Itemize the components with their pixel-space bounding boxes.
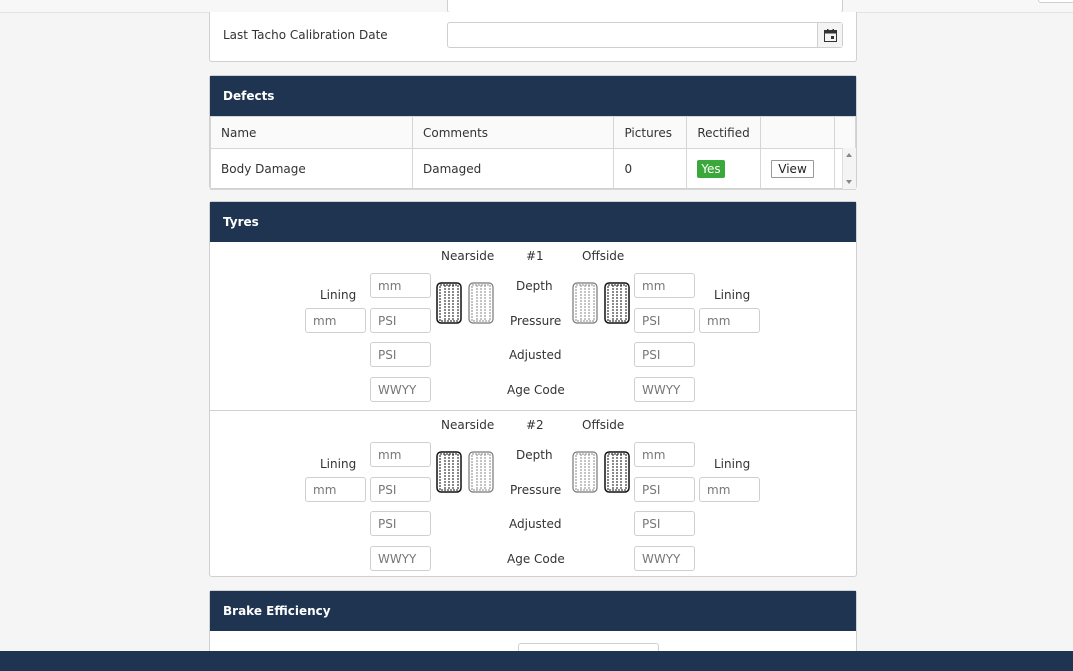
calibration-date-input[interactable]: [447, 22, 843, 48]
defect-comments: Damaged: [411, 148, 615, 190]
footer-bar: [0, 651, 1073, 671]
offside-label: Offside: [582, 418, 625, 432]
offside-pressure-input[interactable]: [634, 477, 695, 502]
nearside-lining-input[interactable]: [305, 477, 366, 502]
age-code-label: Age Code: [507, 552, 565, 566]
calibration-label: Last Tacho Calibration Date: [223, 28, 388, 42]
nearside-pressure-input[interactable]: [370, 308, 431, 333]
tyre-icon[interactable]: [436, 451, 462, 493]
nearside-depth-input[interactable]: [370, 273, 431, 298]
offside-depth-input[interactable]: [634, 273, 695, 298]
tyre-icon[interactable]: [572, 451, 598, 493]
defects-scrollbar[interactable]: [842, 148, 856, 189]
offside-age-code-input[interactable]: [634, 377, 695, 402]
column-header-rectified[interactable]: Rectified: [686, 116, 762, 149]
brake-efficiency-panel: Brake Efficiency: [209, 590, 857, 663]
nearside-age-code-input[interactable]: [370, 546, 431, 571]
nearside-label: Nearside: [441, 418, 495, 432]
tyre-icon[interactable]: [468, 451, 494, 493]
top-right-button[interactable]: [1038, 0, 1073, 3]
tyre-icon[interactable]: [604, 282, 630, 324]
axle-section-1: Nearside #1 Offside Lining Lining Depth …: [210, 242, 856, 410]
tyre-icon[interactable]: [604, 451, 630, 493]
nearside-adjusted-input[interactable]: [370, 511, 431, 536]
column-header-comments[interactable]: Comments: [411, 116, 615, 149]
table-row[interactable]: Body Damage Damaged 0 Yes View: [210, 148, 857, 190]
nearside-adjusted-input[interactable]: [370, 342, 431, 367]
column-header-name[interactable]: Name: [210, 116, 413, 149]
age-code-label: Age Code: [507, 383, 565, 397]
defect-pictures: 0: [613, 148, 688, 190]
lining-label-left: Lining: [320, 288, 357, 302]
table-header-row: Name Comments Pictures Rectified: [210, 116, 857, 149]
adjusted-label: Adjusted: [509, 348, 562, 362]
axle-number: #2: [526, 418, 544, 432]
offside-adjusted-input[interactable]: [634, 511, 695, 536]
defect-rectified-cell: Yes: [686, 148, 762, 190]
axle-number: #1: [526, 249, 544, 263]
scroll-down-icon[interactable]: [846, 180, 852, 184]
nearside-lining-input[interactable]: [305, 308, 366, 333]
pressure-label: Pressure: [510, 483, 562, 497]
defects-header: Defects: [210, 76, 856, 116]
nearside-label: Nearside: [441, 249, 495, 263]
lining-label-right: Lining: [714, 288, 751, 302]
nearside-age-code-input[interactable]: [370, 377, 431, 402]
tyre-icon[interactable]: [572, 282, 598, 324]
brake-efficiency-header: Brake Efficiency: [210, 591, 856, 631]
tyre-icon[interactable]: [436, 282, 462, 324]
depth-label: Depth: [516, 279, 553, 293]
offside-depth-input[interactable]: [634, 442, 695, 467]
offside-lining-input[interactable]: [699, 308, 760, 333]
column-header-pictures[interactable]: Pictures: [613, 116, 688, 149]
offside-pressure-input[interactable]: [634, 308, 695, 333]
offside-adjusted-input[interactable]: [634, 342, 695, 367]
offside-label: Offside: [582, 249, 625, 263]
calibration-panel: Last Tacho Calibration Date: [209, 12, 857, 62]
tyres-panel: Tyres Nearside #1 Offside Lining Lining …: [209, 201, 857, 577]
lining-label-left: Lining: [320, 457, 357, 471]
lining-label-right: Lining: [714, 457, 751, 471]
depth-label: Depth: [516, 448, 553, 462]
calendar-icon: [823, 28, 837, 42]
defects-table: Name Comments Pictures Rectified Body Da…: [210, 116, 857, 190]
tyres-header: Tyres: [210, 202, 856, 242]
rectified-badge: Yes: [697, 160, 725, 178]
defect-name: Body Damage: [210, 148, 413, 190]
nearside-depth-input[interactable]: [370, 442, 431, 467]
view-button[interactable]: View: [771, 160, 814, 178]
pressure-label: Pressure: [510, 314, 562, 328]
column-header-spacer: [833, 116, 857, 149]
adjusted-label: Adjusted: [509, 517, 562, 531]
offside-age-code-input[interactable]: [634, 546, 695, 571]
calendar-button[interactable]: [817, 23, 842, 47]
defect-action-cell: View: [760, 148, 835, 190]
axle-section-2: Nearside #2 Offside Lining Lining Depth …: [210, 410, 856, 578]
defects-panel: Defects Name Comments Pictures Rectified…: [209, 75, 857, 190]
nearside-pressure-input[interactable]: [370, 477, 431, 502]
scroll-up-icon[interactable]: [846, 153, 852, 157]
tyre-icon[interactable]: [468, 282, 494, 324]
offside-lining-input[interactable]: [699, 477, 760, 502]
column-header-actions: [760, 116, 835, 149]
